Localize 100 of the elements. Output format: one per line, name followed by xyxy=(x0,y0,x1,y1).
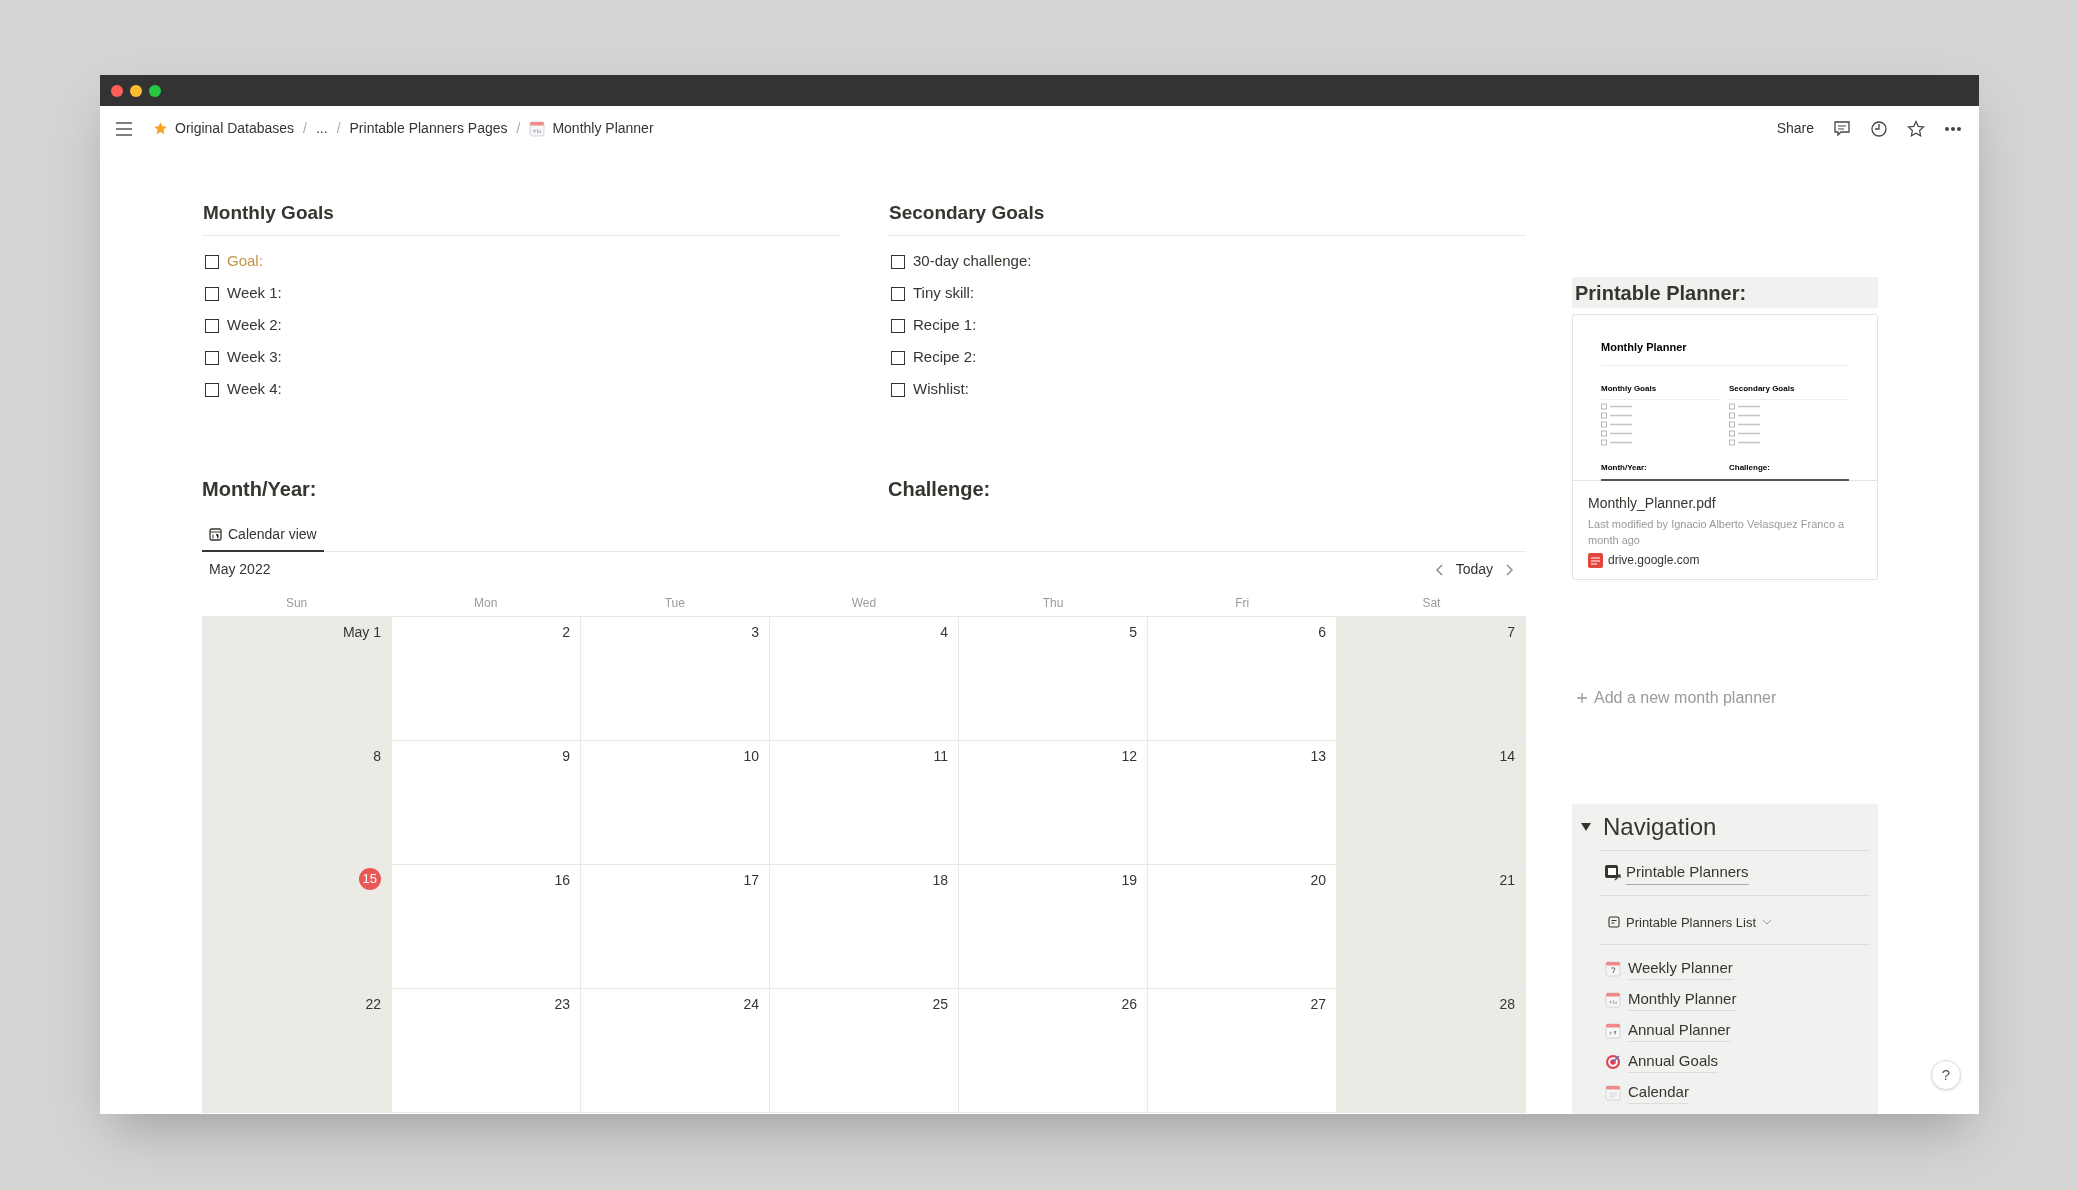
weekday-label: Thu xyxy=(1042,595,1064,610)
page-link[interactable]: Printable Planners xyxy=(1626,861,1749,885)
more-icon[interactable] xyxy=(1944,125,1962,132)
breadcrumb-separator: / xyxy=(303,119,307,138)
page-link[interactable]: Monthly Planner xyxy=(1628,987,1737,1012)
document-title: Monthly Planner xyxy=(1601,339,1849,366)
help-button[interactable]: ? xyxy=(1931,1060,1961,1090)
plus-icon xyxy=(1576,692,1588,704)
share-button[interactable]: Share xyxy=(1776,118,1814,139)
calendar-icon xyxy=(1605,1022,1621,1039)
toggle-icon[interactable] xyxy=(1580,821,1592,833)
checkbox[interactable] xyxy=(891,382,905,397)
breadcrumb-link[interactable]: Original Databases xyxy=(175,118,295,139)
checkbox[interactable] xyxy=(205,286,219,301)
calendar-day[interactable]: 19 xyxy=(959,864,1148,989)
weekday-label: Wed xyxy=(851,595,877,610)
calendar-day[interactable]: 14 xyxy=(1337,740,1526,865)
source-url: drive.google.com xyxy=(1608,552,1700,569)
calendar-day[interactable]: 23 xyxy=(392,988,581,1113)
calendar-day[interactable]: 27 xyxy=(1148,988,1337,1113)
calendar-day[interactable]: 5 xyxy=(959,616,1148,741)
calendar-day[interactable]: 26 xyxy=(959,988,1148,1113)
goal-label: Wishlist: xyxy=(913,379,969,400)
date-number: 2 xyxy=(562,622,570,642)
breadcrumb-link[interactable]: Monthly Planner xyxy=(552,118,654,139)
breadcrumb-link[interactable]: ... xyxy=(315,118,328,139)
calendar-icon xyxy=(1605,991,1621,1008)
view-tab[interactable]: Calendar view xyxy=(202,519,324,552)
calendar-day[interactable]: 6 xyxy=(1148,616,1337,741)
calendar-day[interactable]: 21 xyxy=(1337,864,1526,989)
page-link[interactable]: Annual Planner xyxy=(1628,1018,1731,1043)
calendar-day[interactable]: 3 xyxy=(581,616,770,741)
date-number: 6 xyxy=(1318,622,1326,642)
checkbox[interactable] xyxy=(891,286,905,301)
calendar-day[interactable]: May 1 xyxy=(203,616,392,741)
menu-icon[interactable] xyxy=(115,121,133,136)
checkbox[interactable] xyxy=(205,350,219,365)
calendar-icon xyxy=(1605,960,1621,977)
date-number: May 1 xyxy=(342,622,381,642)
checkbox[interactable] xyxy=(205,318,219,333)
maximize-icon[interactable] xyxy=(149,84,161,97)
date-number: 9 xyxy=(562,746,570,766)
clock-icon[interactable] xyxy=(1870,119,1888,138)
date-number: 13 xyxy=(1310,746,1326,766)
checkbox[interactable] xyxy=(205,254,219,269)
calendar-day[interactable]: 16 xyxy=(392,864,581,989)
calendar-day[interactable]: 13 xyxy=(1148,740,1337,865)
goal-label: Week 2: xyxy=(227,315,282,336)
date-number: 17 xyxy=(743,870,759,890)
breadcrumb-link[interactable]: Printable Planners Pages xyxy=(349,118,508,139)
section-heading: Month/Year: xyxy=(202,477,317,500)
calendar-day[interactable]: 4 xyxy=(770,616,959,741)
calendar-day[interactable]: 10 xyxy=(581,740,770,865)
calendar-day[interactable]: 24 xyxy=(581,988,770,1113)
calendar-day[interactable]: 11 xyxy=(770,740,959,865)
checkbox[interactable] xyxy=(891,318,905,333)
date-number: 19 xyxy=(1121,870,1137,890)
checkbox[interactable] xyxy=(205,382,219,397)
date-number: 12 xyxy=(1121,746,1137,766)
bookmark-card[interactable]: Monthly Planner Monthly Goals Secondary Goals Month/Year: Challenge: Monthly_Planner.pdf Last modified by Ignacio Alberto Velasquez Franco a month ago drive.google.com xyxy=(1572,314,1878,580)
calendar-day[interactable]: 12 xyxy=(959,740,1148,865)
goal-label: Recipe 1: xyxy=(913,315,977,336)
calendar-day[interactable]: 8 xyxy=(203,740,392,865)
document-heading: Challenge: xyxy=(1729,462,1770,472)
page-link[interactable]: Annual Goals xyxy=(1628,1049,1719,1074)
close-icon[interactable] xyxy=(111,84,123,97)
calendar-day[interactable]: 22 xyxy=(203,988,392,1113)
calendar-day[interactable]: 20 xyxy=(1148,864,1337,989)
calendar-day[interactable]: 18 xyxy=(770,864,959,989)
calendar-day[interactable]: 9 xyxy=(392,740,581,865)
date-number: 5 xyxy=(1129,622,1137,642)
section-heading: Secondary Goals xyxy=(888,199,1526,236)
checkbox[interactable] xyxy=(891,254,905,269)
document-heading: Monthly Goals xyxy=(1601,383,1657,393)
file-name: Monthly_Planner.pdf xyxy=(1588,494,1717,513)
calendar-day[interactable]: 17 xyxy=(581,864,770,989)
calendar-day[interactable]: 28 xyxy=(1337,988,1526,1113)
page-link-icon xyxy=(1604,863,1622,882)
section-heading: Monthly Goals xyxy=(202,199,840,236)
page-link[interactable]: Calendar xyxy=(1628,1080,1689,1105)
breadcrumb-separator: / xyxy=(336,119,341,138)
minimize-icon[interactable] xyxy=(130,84,142,97)
calendar-day[interactable]: 7 xyxy=(1337,616,1526,741)
today-button[interactable]: Today xyxy=(1455,559,1493,580)
calendar-day[interactable]: 2 xyxy=(392,616,581,741)
calendar-day[interactable]: 25 xyxy=(770,988,959,1113)
calendar-icon xyxy=(1605,1084,1621,1101)
weekday-label: Tue xyxy=(664,595,685,610)
star-icon xyxy=(153,121,168,136)
page-link[interactable]: Weekly Planner xyxy=(1628,956,1733,981)
next-icon[interactable] xyxy=(1505,563,1513,576)
date-number: 16 xyxy=(554,870,570,890)
checkbox[interactable] xyxy=(891,350,905,365)
star-icon[interactable] xyxy=(1907,119,1925,138)
database-view-button[interactable]: Printable Planners List xyxy=(1608,912,1773,932)
weekday-label: Sun xyxy=(285,595,308,610)
goal-label: Recipe 2: xyxy=(913,347,977,368)
comment-icon[interactable] xyxy=(1833,119,1851,138)
goal-label: Goal: xyxy=(227,251,263,272)
previous-icon[interactable] xyxy=(1435,563,1444,576)
